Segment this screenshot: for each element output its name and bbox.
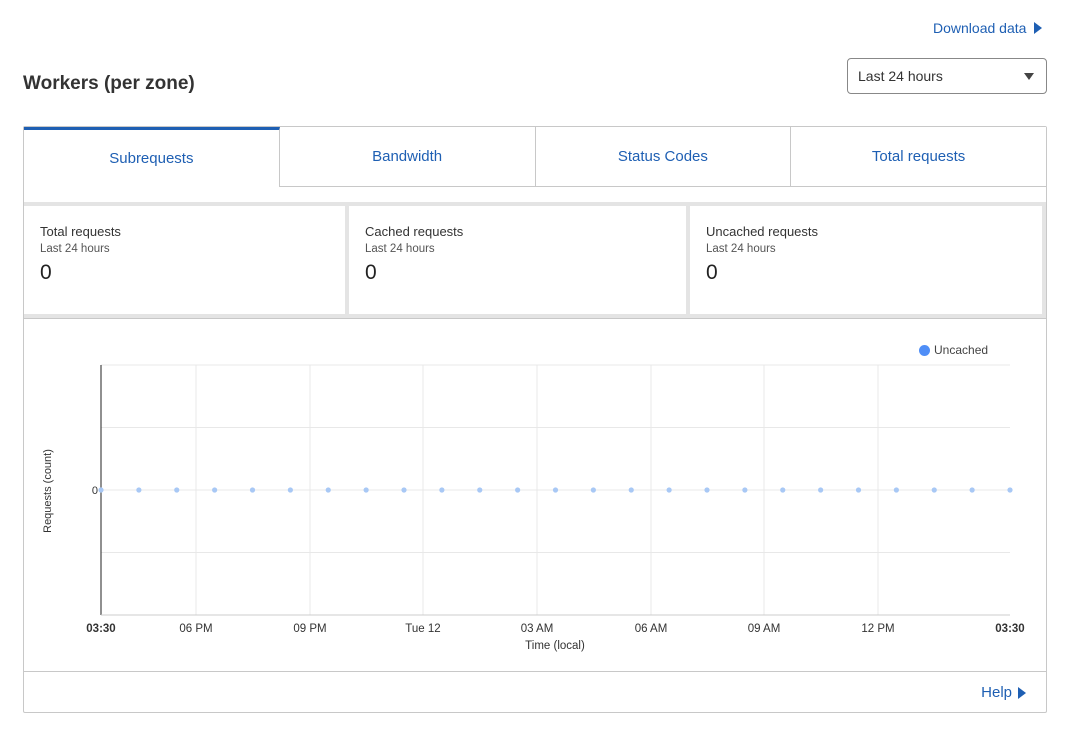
data-point <box>174 487 180 493</box>
data-point <box>893 487 899 493</box>
card-footer: Help <box>24 671 1046 712</box>
x-tick-label: 12 PM <box>861 623 894 635</box>
stat-period: Last 24 hours <box>40 243 110 255</box>
stat-label: Uncached requests <box>706 224 819 239</box>
analytics-card: Subrequests Bandwidth Status Codes Total… <box>23 126 1047 713</box>
data-point <box>1007 487 1013 493</box>
caret-right-icon <box>1034 22 1043 34</box>
data-point <box>552 487 559 493</box>
y-tick-label: 0 <box>92 485 98 497</box>
data-point <box>628 487 634 493</box>
help-label: Help <box>981 684 1012 701</box>
chart-legend: Uncached <box>919 343 988 357</box>
data-point <box>515 487 521 493</box>
stat-period: Last 24 hours <box>706 243 776 255</box>
data-point <box>477 487 483 493</box>
x-axis-label: Time (local) <box>525 640 585 652</box>
requests-chart: 03:30 06 PM 09 PM Tue 12 03 AM 06 AM 09 AM 12 P… <box>42 364 1025 652</box>
stats-row: Total requests Last 24 hours 0 Cached re… <box>24 202 1046 318</box>
stat-uncached-requests: Uncached requests Last 24 hours 0 <box>690 206 1042 314</box>
x-tick-label: 09 AM <box>748 623 781 635</box>
legend-swatch <box>919 344 930 356</box>
stat-label: Cached requests <box>365 224 464 239</box>
help-link[interactable]: Help <box>981 684 1026 701</box>
chart-area: Uncached 03:30 06 PM 09 PM Tue 12 03 AM 06 AM… <box>24 318 1046 671</box>
data-point <box>855 487 862 493</box>
stat-value: 0 <box>365 261 377 284</box>
chevron-down-icon <box>1024 73 1034 80</box>
data-point <box>212 487 218 493</box>
x-tick-label: Tue 12 <box>405 623 440 635</box>
data-point <box>287 487 293 493</box>
x-tick-label: 09 PM <box>293 623 326 635</box>
data-point <box>98 487 104 493</box>
data-point <box>136 487 142 493</box>
x-tick-label: 06 PM <box>179 623 212 635</box>
stat-value: 0 <box>40 261 52 284</box>
data-point <box>704 487 710 493</box>
tab-bandwidth[interactable]: Bandwidth <box>279 127 536 187</box>
data-point <box>439 487 445 493</box>
legend-label: Uncached <box>934 343 989 357</box>
data-point <box>818 487 824 493</box>
data-point <box>969 487 975 493</box>
y-axis-label: Requests (count) <box>42 449 54 533</box>
page-title: Workers (per zone) <box>23 73 195 94</box>
x-tick-label: 03 AM <box>521 623 554 635</box>
x-tick-label: 03:30 <box>995 623 1024 635</box>
data-point <box>590 487 596 493</box>
data-point <box>249 487 256 493</box>
data-point <box>666 487 672 493</box>
time-range-select[interactable]: Last 24 hours <box>847 58 1047 94</box>
data-point <box>363 487 369 493</box>
caret-right-icon <box>1018 686 1026 699</box>
stat-total-requests: Total requests Last 24 hours 0 <box>24 206 345 314</box>
x-tick-label: 06 AM <box>635 623 668 635</box>
data-point <box>742 487 748 493</box>
stat-label: Total requests <box>40 224 121 239</box>
data-point <box>780 487 786 493</box>
download-data-label: Download data <box>933 20 1027 36</box>
tab-subrequests[interactable]: Subrequests <box>24 127 280 187</box>
tab-bar: Subrequests Bandwidth Status Codes Total… <box>24 127 1046 187</box>
download-data-link[interactable]: Download data <box>933 20 1043 36</box>
stat-period: Last 24 hours <box>365 243 435 255</box>
time-range-value: Last 24 hours <box>858 68 943 84</box>
x-tick-label: 03:30 <box>86 623 115 635</box>
data-point <box>401 487 407 493</box>
tab-status-codes[interactable]: Status Codes <box>535 127 792 187</box>
data-point <box>325 487 331 493</box>
stat-cached-requests: Cached requests Last 24 hours 0 <box>349 206 686 314</box>
stat-value: 0 <box>706 261 718 284</box>
data-point <box>931 487 937 493</box>
tab-total-requests[interactable]: Total requests <box>791 127 1046 187</box>
